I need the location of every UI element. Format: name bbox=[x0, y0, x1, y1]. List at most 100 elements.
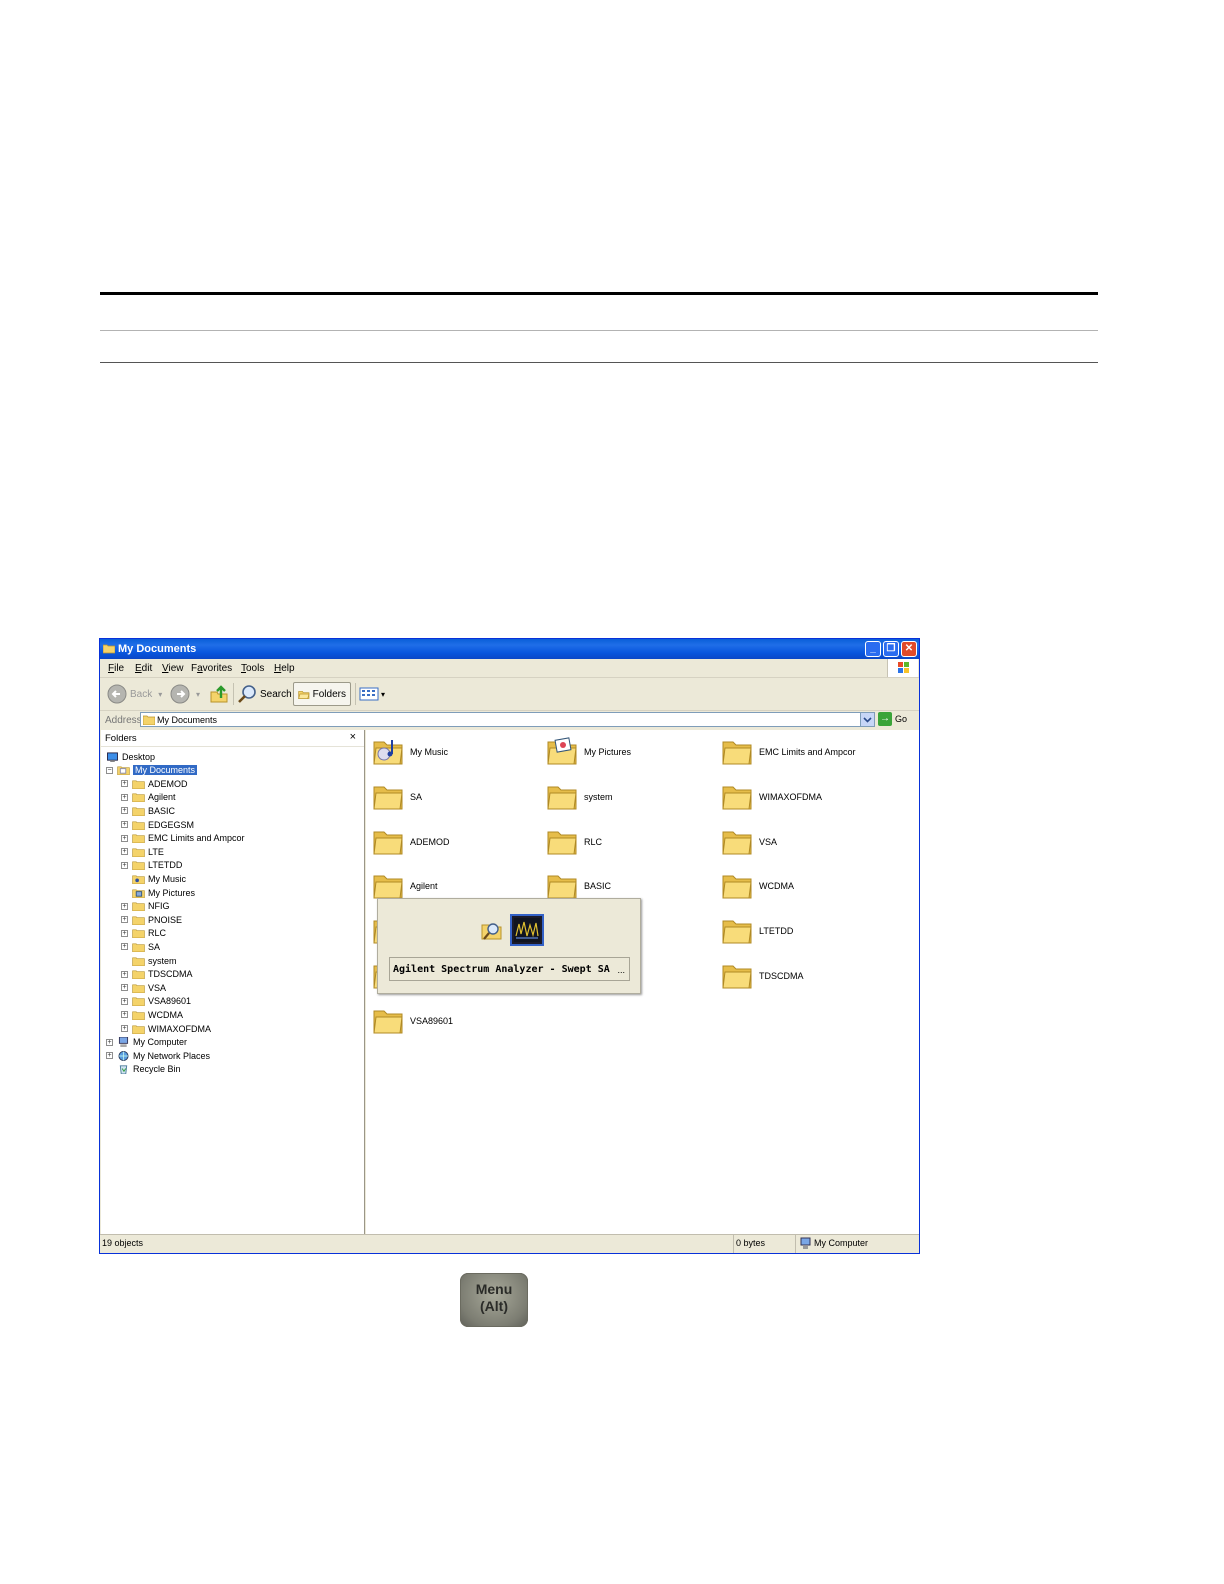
music-folder-icon bbox=[132, 875, 145, 884]
menu-tools[interactable]: Tools bbox=[241, 663, 264, 674]
views-button[interactable]: ▾ bbox=[359, 682, 385, 706]
tree-item-label: ADEMOD bbox=[148, 778, 188, 789]
tree-expander[interactable]: + bbox=[121, 780, 128, 788]
file-item[interactable]: TDSCDMA bbox=[721, 960, 804, 992]
file-item[interactable]: VSA bbox=[721, 826, 777, 858]
tree-item[interactable]: + LTETDD bbox=[121, 859, 182, 872]
title-bar[interactable]: My Documents _ ❐ ✕ bbox=[100, 639, 919, 659]
tree-expander[interactable]: + bbox=[121, 1011, 128, 1019]
file-item[interactable]: My Pictures bbox=[546, 736, 631, 768]
tree-expander[interactable]: + bbox=[106, 1038, 113, 1046]
task-switcher-label: Agilent Spectrum Analyzer - Swept SA bbox=[393, 964, 610, 975]
tree-expander[interactable]: + bbox=[121, 943, 128, 951]
file-item[interactable]: VSA89601 bbox=[372, 1005, 453, 1037]
task-switcher-popup: Agilent Spectrum Analyzer - Swept SA ... bbox=[377, 898, 641, 994]
tree-expander[interactable]: + bbox=[121, 848, 128, 856]
file-item[interactable]: ADEMOD bbox=[372, 826, 450, 858]
tree-item[interactable]: My Pictures bbox=[121, 886, 195, 899]
tree-item[interactable]: Recycle Bin bbox=[106, 1063, 181, 1076]
chevron-down-icon: ▾ bbox=[381, 689, 386, 699]
tree-expander[interactable]: + bbox=[121, 902, 128, 910]
tree-expander[interactable]: + bbox=[121, 861, 128, 869]
tree-item[interactable]: + VSA89601 bbox=[121, 995, 191, 1008]
menu-alt-key[interactable]: Menu (Alt) bbox=[460, 1273, 528, 1327]
file-item[interactable]: EMC Limits and Ampcor bbox=[721, 736, 856, 768]
windows-logo-icon bbox=[887, 659, 918, 677]
tree-item[interactable]: system bbox=[121, 954, 177, 967]
address-dropdown-button[interactable] bbox=[860, 713, 874, 726]
tree-item[interactable]: + WIMAXOFDMA bbox=[121, 1022, 211, 1035]
menu-file[interactable]: File bbox=[108, 663, 124, 674]
tree-item[interactable]: + EMC Limits and Ampcor bbox=[121, 832, 245, 845]
tree-expander[interactable]: + bbox=[121, 970, 128, 978]
search-folder-icon[interactable] bbox=[481, 919, 503, 941]
file-item[interactable]: My Music bbox=[372, 736, 448, 768]
tree-expander[interactable]: + bbox=[121, 793, 128, 801]
tree-expander[interactable]: + bbox=[121, 997, 128, 1005]
tree-expander[interactable]: + bbox=[121, 821, 128, 828]
menu-view[interactable]: View bbox=[162, 663, 184, 674]
tree-item[interactable]: + NFIG bbox=[121, 900, 170, 913]
network-icon bbox=[118, 1050, 129, 1061]
tree-item-label: My Documents bbox=[133, 765, 198, 776]
tree-expander[interactable]: + bbox=[121, 984, 128, 992]
file-item[interactable]: system bbox=[546, 781, 613, 813]
tree-item[interactable]: Desktop bbox=[106, 750, 155, 763]
file-item[interactable]: SA bbox=[372, 781, 422, 813]
tree-item[interactable]: + RLC bbox=[121, 927, 166, 940]
tree-expander[interactable]: + bbox=[121, 916, 128, 924]
tree-item[interactable]: + Agilent bbox=[121, 791, 176, 804]
tree-expander[interactable]: + bbox=[106, 1052, 113, 1060]
views-grid-icon bbox=[359, 687, 379, 701]
tree-item[interactable]: − My Documents bbox=[106, 764, 198, 777]
close-button[interactable]: ✕ bbox=[901, 641, 917, 657]
folder-icon bbox=[103, 644, 115, 654]
go-button[interactable]: → Go bbox=[878, 712, 907, 726]
folder-icon bbox=[132, 848, 145, 857]
address-input[interactable]: My Documents bbox=[140, 712, 875, 727]
tree-item[interactable]: + VSA bbox=[121, 981, 166, 994]
search-icon bbox=[238, 685, 256, 703]
tree-item[interactable]: + My Network Places bbox=[106, 1049, 210, 1062]
tree-item[interactable]: + EDGEGSM bbox=[121, 818, 194, 831]
restore-button[interactable]: ❐ bbox=[883, 641, 899, 657]
tree-expander[interactable]: + bbox=[121, 834, 128, 842]
folder-icon bbox=[547, 831, 577, 855]
tree-item-label: system bbox=[148, 955, 177, 966]
tree-item[interactable]: + TDSCDMA bbox=[121, 968, 193, 981]
tree-item[interactable]: + My Computer bbox=[106, 1036, 187, 1049]
tree-item[interactable]: + SA bbox=[121, 940, 160, 953]
tree-item[interactable]: + PNOISE bbox=[121, 913, 182, 926]
search-button[interactable]: Search bbox=[237, 682, 292, 706]
file-item[interactable]: WCDMA bbox=[721, 870, 794, 902]
tree-item[interactable]: + WCDMA bbox=[121, 1008, 183, 1021]
file-item-label: WIMAXOFDMA bbox=[759, 791, 822, 802]
tree-item[interactable]: + LTE bbox=[121, 845, 164, 858]
close-pane-button[interactable]: × bbox=[350, 731, 356, 743]
file-item[interactable]: LTETDD bbox=[721, 915, 793, 947]
folder-icon bbox=[373, 831, 403, 855]
folders-button[interactable]: Folders bbox=[293, 682, 351, 706]
forward-button[interactable]: ▾ bbox=[170, 682, 200, 706]
tree-item-label: PNOISE bbox=[148, 914, 183, 925]
minimize-button[interactable]: _ bbox=[865, 641, 881, 657]
tree-expander[interactable]: + bbox=[121, 807, 128, 815]
tree-expander[interactable]: + bbox=[121, 929, 128, 937]
address-value: My Documents bbox=[157, 715, 218, 725]
back-button[interactable]: Back ▾ bbox=[107, 682, 162, 706]
tree-expander[interactable]: + bbox=[121, 1025, 128, 1032]
tree-expander[interactable]: − bbox=[106, 766, 113, 774]
menu-help[interactable]: Help bbox=[274, 663, 295, 674]
menu-favorites[interactable]: Favorites bbox=[191, 663, 232, 674]
spectrum-analyzer-app-icon[interactable] bbox=[510, 914, 544, 946]
tree-item[interactable]: + BASIC bbox=[121, 804, 175, 817]
up-folder-button[interactable] bbox=[209, 682, 229, 706]
file-item[interactable]: RLC bbox=[546, 826, 602, 858]
file-item[interactable]: WIMAXOFDMA bbox=[721, 781, 822, 813]
my-documents-icon bbox=[143, 715, 155, 725]
tree-item[interactable]: My Music bbox=[121, 872, 186, 885]
tree-item[interactable]: + ADEMOD bbox=[121, 777, 188, 790]
folders-pane-header: Folders × bbox=[101, 730, 364, 747]
menu-edit[interactable]: Edit bbox=[135, 663, 152, 674]
folder-icon bbox=[132, 1025, 145, 1034]
